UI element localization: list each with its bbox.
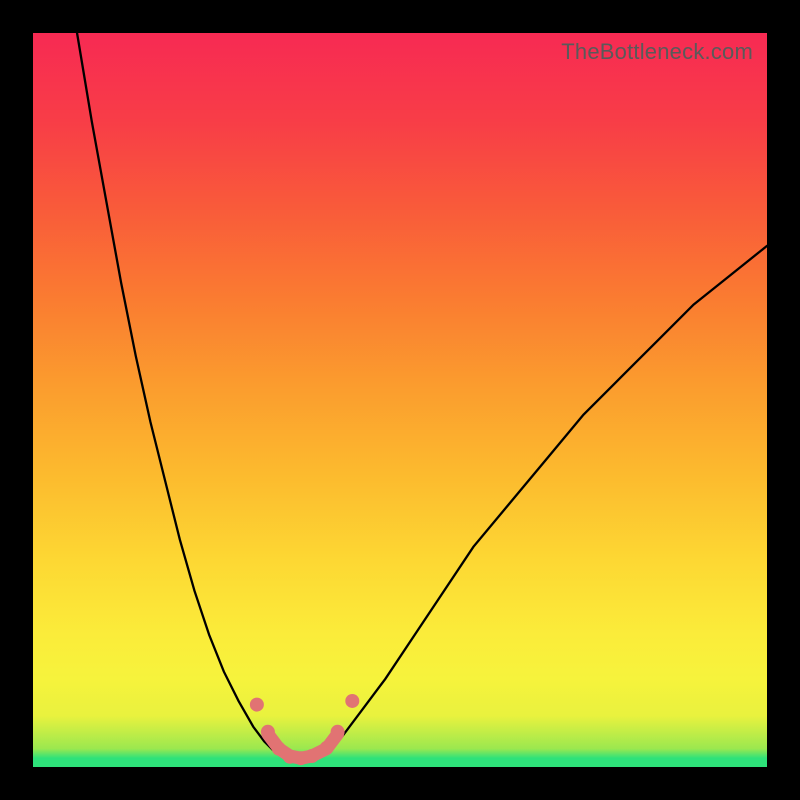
chart-svg [33,33,767,767]
plot-area: TheBottleneck.com [33,33,767,767]
valley-marker [250,698,264,712]
right-curve [327,246,767,752]
chart-frame: TheBottleneck.com [0,0,800,800]
valley-marker [345,694,359,708]
valley-band [268,734,338,758]
left-curve [77,33,275,752]
